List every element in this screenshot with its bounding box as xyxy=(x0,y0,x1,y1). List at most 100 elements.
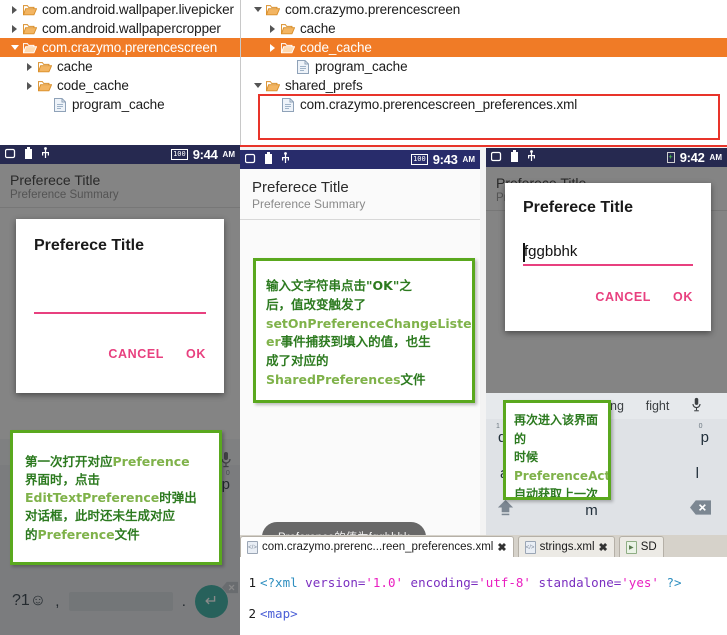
xml-map-open: <map> xyxy=(260,605,298,621)
mic-icon-3[interactable] xyxy=(691,397,702,415)
file-tree-left-panel[interactable]: com.android.wallpaper.livepicker com.andr… xyxy=(0,0,240,145)
clock-ampm-2: AM xyxy=(462,155,475,164)
battery-icon xyxy=(265,151,272,169)
preference-summary-2: Preference Summary xyxy=(252,197,366,211)
battery-percent-badge-2: 100 xyxy=(411,154,428,165)
clock-ampm-3: AM xyxy=(709,153,722,162)
battery-percent-badge-1: 100 xyxy=(171,149,188,160)
tree-item-com-crazymo-prerencescreen[interactable]: com.crazymo.prerencescreen xyxy=(0,38,240,57)
key-shift-3[interactable] xyxy=(496,498,515,522)
annotation-callout-3: 再次进入该界面的 时候 PreferenceActivity 自动获取上一次保 xyxy=(503,400,611,500)
dialog-cancel-button-3[interactable]: CANCEL xyxy=(595,290,651,304)
tree-item-program-cache[interactable]: program_cache xyxy=(0,95,240,114)
dialog-ok-button-3[interactable]: OK xyxy=(673,290,693,304)
xml-val-encoding: 'utf-8' xyxy=(478,574,531,590)
dialog-ok-button-1[interactable]: OK xyxy=(186,347,206,361)
editor-tab-sd[interactable]: ▶ SD xyxy=(618,536,664,557)
battery-charge-badge-3: + xyxy=(666,152,675,163)
file-icon xyxy=(279,97,297,112)
callout1-line5-en: Preference xyxy=(37,526,115,542)
callout2-line4-en: er xyxy=(266,334,281,350)
callout2-line4-cn: 事件捕获到填入的值，也生 xyxy=(280,334,431,350)
editor-tab-bar[interactable]: </> com.crazymo.prerenc...reen_preferenc… xyxy=(240,535,727,557)
folder-icon xyxy=(21,42,39,54)
edit-text-dialog-3[interactable]: Preferece Title fggbbhk CANCEL OK xyxy=(505,183,711,331)
tree-item-cache[interactable]: cache xyxy=(0,57,240,76)
dialog-input-3[interactable]: fggbbhk xyxy=(523,243,693,266)
dialog-title-3: Preferece Title xyxy=(523,199,633,216)
folder-icon xyxy=(264,4,282,16)
tree-item-com-crazymo-prerencescreen[interactable]: com.crazymo.prerencescreen xyxy=(241,0,727,19)
close-icon[interactable]: ✖ xyxy=(497,541,506,554)
tree-item-label: com.android.wallpaper.livepicker xyxy=(42,2,234,17)
green-file-icon: ▶ xyxy=(625,540,637,554)
tree-item-label: com.android.wallpapercropper xyxy=(42,21,221,36)
chevron-right-icon[interactable] xyxy=(23,62,36,71)
chevron-down-icon[interactable] xyxy=(8,45,21,50)
annotation-callout-1: 第一次打开对应Preference 界面时，点击 EditTextPrefere… xyxy=(10,430,222,565)
close-icon[interactable]: ✖ xyxy=(599,541,608,554)
editor-tab-strings-xml[interactable]: </> strings.xml ✖ xyxy=(517,536,615,557)
folder-icon xyxy=(21,23,39,35)
code-area[interactable]: 1 <?xml version='1.0' encoding='utf-8' st… xyxy=(240,557,727,635)
dialog-title-1: Preferece Title xyxy=(34,237,144,254)
dialog-buttons-1: CANCEL OK xyxy=(34,347,206,361)
dialog-input-value-3: fggbbhk xyxy=(524,243,578,260)
xml-val-standalone: 'yes' xyxy=(621,574,659,590)
recents-icon xyxy=(4,146,16,164)
dialog-input-1[interactable] xyxy=(34,295,206,314)
key-p-3[interactable]: p0 xyxy=(699,423,709,446)
status-bar-3: + 9:42 AM xyxy=(486,148,727,167)
chevron-right-icon[interactable] xyxy=(266,43,279,52)
tree-item-label: program_cache xyxy=(72,97,165,112)
chevron-right-icon[interactable] xyxy=(8,24,21,33)
recents-icon xyxy=(490,149,502,167)
tree-item-code-cache[interactable]: code_cache xyxy=(0,76,240,95)
tree-item-cache[interactable]: cache xyxy=(241,19,727,38)
line-number-2: 2 xyxy=(248,605,256,621)
chevron-down-icon[interactable] xyxy=(251,83,264,88)
tree-item-label: cache xyxy=(300,21,336,36)
toast-message-2: Preference的值为fggbbhk xyxy=(262,522,426,535)
xml-attr-version: version= xyxy=(297,574,366,590)
xml-editor-panel[interactable]: </> com.crazymo.prerenc...reen_preferenc… xyxy=(240,535,727,635)
chevron-right-icon[interactable] xyxy=(23,81,36,90)
callout2-line1: 输入文字符串点击"OK"之 xyxy=(266,278,412,293)
chevron-down-icon[interactable] xyxy=(251,7,264,12)
tree-item-com-android-wallpapercropper[interactable]: com.android.wallpapercropper xyxy=(0,19,240,38)
xml-attr-encoding: encoding= xyxy=(403,574,479,590)
editor-tab-preferences-xml[interactable]: </> com.crazymo.prerenc...reen_preferenc… xyxy=(240,536,514,557)
callout1-line3-en: EditTextPreference xyxy=(25,490,160,506)
top-red-line-3 xyxy=(486,145,727,147)
folder-icon xyxy=(36,80,54,92)
callout3-line4: 自动获取上一次保 xyxy=(514,487,599,500)
dialog-input-value-1 xyxy=(34,295,206,314)
recents-icon xyxy=(244,151,256,169)
callout1-line5-cn1: 的 xyxy=(25,526,38,542)
callout1-line1-cn: 第一次打开对应 xyxy=(25,454,113,469)
tree-item-label: program_cache xyxy=(315,59,408,74)
dialog-cancel-button-1[interactable]: CANCEL xyxy=(108,347,164,361)
usb-icon xyxy=(527,149,536,167)
status-bar-1: 100 9:44 AM xyxy=(0,145,240,164)
file-icon xyxy=(294,59,312,74)
tree-item-com-android-wallpaper-livepicker[interactable]: com.android.wallpaper.livepicker xyxy=(0,0,240,19)
phone-screenshot-2: 100 9:43 AM Preferece Title Preference S… xyxy=(240,145,486,535)
preference-row-2[interactable]: Preferece Title Preference Summary xyxy=(240,169,480,219)
folder-icon xyxy=(279,23,297,35)
chevron-right-icon[interactable] xyxy=(8,5,21,14)
callout2-line6-cn: 文件 xyxy=(400,371,426,387)
file-tree-right-panel[interactable]: com.crazymo.prerencescreen cache code_cach… xyxy=(240,0,727,145)
tree-item-com-crazymo-prerencescreen-preferences-xml[interactable]: com.crazymo.prerencescreen_preferences.x… xyxy=(241,95,727,114)
suggestion-2[interactable]: fight xyxy=(646,399,670,413)
clock-3: 9:42 xyxy=(679,150,705,165)
tree-item-program-cache[interactable]: program_cache xyxy=(241,57,727,76)
tree-item-code-cache[interactable]: code_cache xyxy=(241,38,727,57)
key-backspace-3[interactable] xyxy=(690,500,711,520)
key-m-3[interactable]: m xyxy=(585,502,598,519)
edit-text-dialog-1[interactable]: Preferece Title CANCEL OK xyxy=(16,219,224,393)
tree-item-shared-prefs[interactable]: shared_prefs xyxy=(241,76,727,95)
callout3-line3-en: PreferenceActivity xyxy=(514,468,611,483)
chevron-right-icon[interactable] xyxy=(266,24,279,33)
key-l-3[interactable]: l xyxy=(696,465,699,482)
